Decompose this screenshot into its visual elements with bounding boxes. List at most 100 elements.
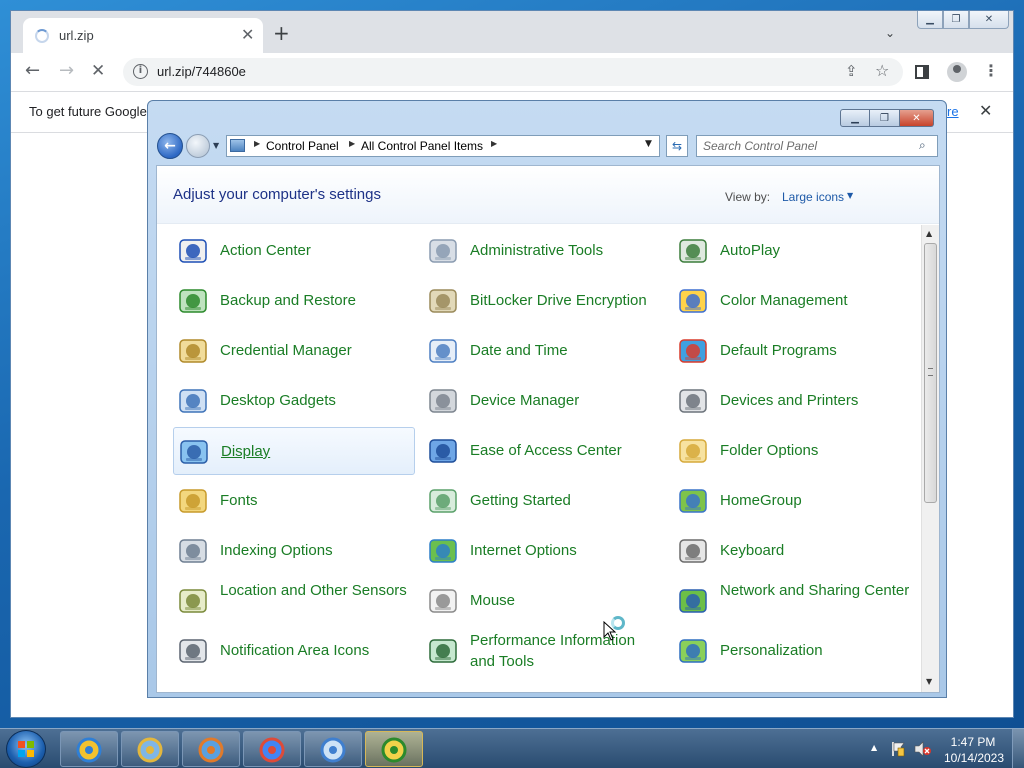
control-panel-item[interactable]: Date and Time (423, 327, 665, 375)
control-panel-item-label[interactable]: Desktop Gadgets (220, 390, 336, 411)
control-panel-item[interactable]: Fonts (173, 477, 415, 525)
taskbar-app-button[interactable] (60, 731, 118, 767)
start-button[interactable] (6, 730, 46, 768)
search-input[interactable] (703, 138, 911, 154)
show-desktop-button[interactable] (1012, 729, 1024, 768)
action-center-flag-icon[interactable] (890, 741, 906, 757)
taskbar-app-button[interactable] (121, 731, 179, 767)
control-panel-item-label[interactable]: AutoPlay (720, 240, 780, 261)
control-panel-item-label[interactable]: Folder Options (720, 440, 818, 461)
control-panel-item[interactable]: Folder Options (673, 427, 915, 475)
taskbar-app-button[interactable] (365, 731, 423, 767)
chevron-down-icon[interactable]: ▼ (847, 191, 853, 200)
back-button[interactable]: ← (157, 133, 183, 159)
control-panel-item[interactable]: Notification Area Icons (173, 627, 415, 675)
taskbar-app-button[interactable] (243, 731, 301, 767)
search-icon[interactable]: ⌕ (919, 138, 926, 153)
control-panel-item[interactable]: Administrative Tools (423, 227, 665, 275)
control-panel-item-label[interactable]: Administrative Tools (470, 240, 603, 261)
control-panel-item-label[interactable]: Default Programs (720, 340, 837, 361)
share-icon[interactable]: ⇪ (845, 62, 858, 80)
control-panel-item-label[interactable]: Device Manager (470, 390, 579, 411)
control-panel-item-label[interactable]: Keyboard (720, 540, 784, 561)
control-panel-item[interactable]: Desktop Gadgets (173, 377, 415, 425)
control-panel-item-label[interactable]: Notification Area Icons (220, 640, 369, 661)
scrollbar[interactable]: ▲ ▼ (921, 225, 939, 692)
control-panel-item[interactable]: Ease of Access Center (423, 427, 665, 475)
info-icon[interactable]: i (133, 64, 148, 79)
tab-search-icon[interactable]: ⌄ (885, 26, 895, 40)
control-panel-item-label[interactable]: BitLocker Drive Encryption (470, 290, 647, 311)
scroll-up-icon[interactable]: ▲ (926, 229, 932, 238)
control-panel-item-label[interactable]: Location and Other Sensors (220, 580, 410, 601)
control-panel-item[interactable]: Personalization (673, 627, 915, 675)
close-button[interactable]: ✕ (900, 109, 934, 127)
control-panel-item-label[interactable]: Fonts (220, 490, 258, 511)
breadcrumb[interactable]: ▶ Control Panel ▶ All Control Panel Item… (226, 135, 660, 157)
speaker-muted-icon[interactable] (914, 741, 932, 757)
control-panel-item[interactable]: Internet Options (423, 527, 665, 575)
control-panel-item[interactable]: Indexing Options (173, 527, 415, 575)
control-panel-item[interactable]: Location and Other Sensors (173, 577, 415, 625)
minimize-button[interactable]: ▁ (840, 109, 870, 127)
refresh-button[interactable]: ⇆ (666, 135, 688, 157)
recent-pages-dropdown[interactable]: ▼ (213, 141, 219, 150)
control-panel-item-label[interactable]: Action Center (220, 240, 311, 261)
search-box[interactable]: ⌕ (696, 135, 938, 157)
control-panel-item-label[interactable]: Indexing Options (220, 540, 333, 561)
control-panel-item[interactable]: Action Center (173, 227, 415, 275)
control-panel-item-label[interactable]: Credential Manager (220, 340, 352, 361)
control-panel-item[interactable]: Credential Manager (173, 327, 415, 375)
control-panel-item-label[interactable]: Ease of Access Center (470, 440, 622, 461)
forward-button[interactable] (186, 134, 210, 158)
control-panel-item[interactable]: Backup and Restore (173, 277, 415, 325)
control-panel-item[interactable]: AutoPlay (673, 227, 915, 275)
scroll-down-icon[interactable]: ▼ (926, 677, 932, 686)
side-panel-icon[interactable] (915, 65, 929, 79)
view-by-dropdown[interactable]: Large icons (782, 190, 844, 204)
control-panel-item-label[interactable]: Display (221, 441, 270, 462)
control-panel-item[interactable]: Display (173, 427, 415, 475)
control-panel-item-label[interactable]: Network and Sharing Center (720, 580, 910, 601)
control-panel-item[interactable]: Device Manager (423, 377, 665, 425)
chevron-down-icon[interactable]: ▼ (645, 139, 652, 149)
breadcrumb-separator-icon[interactable]: ▶ (254, 139, 260, 148)
show-hidden-icons-icon[interactable]: ▲ (871, 743, 877, 752)
stop-icon[interactable]: ✕ (91, 61, 105, 81)
control-panel-item[interactable]: Default Programs (673, 327, 915, 375)
control-panel-item[interactable]: Keyboard (673, 527, 915, 575)
minimize-button[interactable]: ▁ (917, 11, 943, 29)
control-panel-item[interactable]: Getting Started (423, 477, 665, 525)
control-panel-item-label[interactable]: Internet Options (470, 540, 577, 561)
url-text[interactable]: url.zip/744860e (157, 64, 246, 79)
infobar-close-button[interactable]: ✕ (979, 101, 992, 120)
taskbar-app-button[interactable] (182, 731, 240, 767)
control-panel-item-label[interactable]: HomeGroup (720, 490, 802, 511)
star-icon[interactable]: ☆ (875, 61, 889, 80)
control-panel-item-label[interactable]: Devices and Printers (720, 390, 858, 411)
control-panel-item[interactable]: Color Management (673, 277, 915, 325)
control-panel-item-label[interactable]: Getting Started (470, 490, 571, 511)
control-panel-item-label[interactable]: Backup and Restore (220, 290, 356, 311)
infobar-link[interactable]: re (947, 104, 959, 119)
control-panel-item[interactable]: Mouse (423, 577, 665, 625)
control-panel-item[interactable]: HomeGroup (673, 477, 915, 525)
maximize-button[interactable]: ❐ (943, 11, 969, 29)
maximize-button[interactable]: ❐ (870, 109, 900, 127)
back-arrow-icon[interactable]: ← (25, 61, 40, 81)
menu-icon[interactable]: ⋮ (983, 61, 999, 80)
control-panel-item[interactable]: Performance Information and Tools (423, 627, 665, 675)
control-panel-item[interactable]: Network and Sharing Center (673, 577, 915, 625)
control-panel-item-label[interactable]: Personalization (720, 640, 823, 661)
clock-time[interactable]: 1:47 PM (948, 735, 998, 749)
control-panel-item[interactable]: Devices and Printers (673, 377, 915, 425)
taskbar-app-button[interactable] (304, 731, 362, 767)
breadcrumb-control-panel[interactable]: Control Panel (266, 139, 339, 153)
breadcrumb-separator-icon[interactable]: ▶ (491, 139, 497, 148)
browser-tab[interactable]: url.zip ✕ (23, 18, 263, 53)
clock-date[interactable]: 10/14/2023 (942, 751, 1006, 765)
close-button[interactable]: ✕ (969, 11, 1009, 29)
tab-close-button[interactable]: ✕ (241, 25, 254, 44)
profile-icon[interactable] (947, 62, 967, 82)
forward-arrow-icon[interactable]: → (59, 61, 74, 81)
